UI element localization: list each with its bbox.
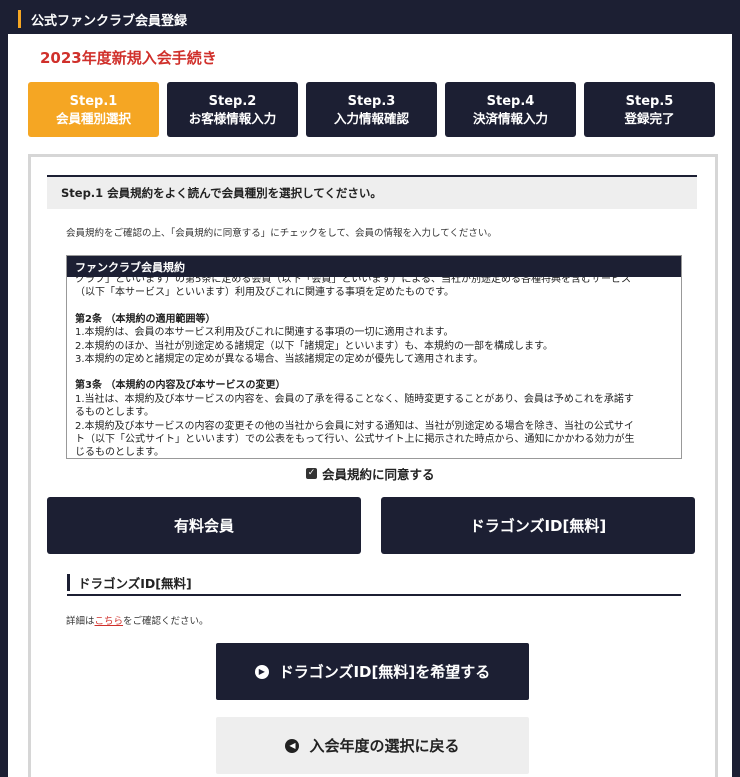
- free-id-button[interactable]: ドラゴンズID[無料]: [381, 497, 695, 554]
- detail-link[interactable]: こちら: [95, 616, 124, 627]
- terms-line: るものとします。: [75, 407, 154, 419]
- paid-member-button[interactable]: 有料会員: [47, 497, 361, 554]
- step-label: お客様情報入力: [188, 110, 277, 126]
- agree-label[interactable]: 会員規約に同意する: [322, 464, 435, 483]
- chevron-right-circle-icon: ▶: [254, 664, 269, 679]
- detail-suffix: をご確認ください。: [123, 616, 209, 627]
- request-free-id-button[interactable]: ▶ ドラゴンズID[無料]を希望する: [216, 643, 529, 700]
- detail-text: 詳細はこちらをご確認ください。: [66, 613, 209, 627]
- terms-box[interactable]: クラブ」といいます）の第5条に定める会員（以下「会員」といいます）による、当社が…: [66, 255, 682, 459]
- terms-article-title: 第2条 （本規約の適用範囲等）: [75, 313, 216, 325]
- step-label: 会員種別選択: [55, 110, 131, 126]
- request-free-id-label: ドラゴンズID[無料]を希望する: [278, 663, 491, 681]
- step-indicator: Step.1 会員種別選択 Step.2 お客様情報入力 Step.3 入力情報…: [28, 82, 716, 137]
- terms-line: （以下「本サービス」といいます）利用及びこれに関連する事項を定めたものです。: [75, 287, 454, 299]
- step-5: Step.5 登録完了: [584, 82, 715, 137]
- window-title: 公式ファンクラブ会員登録: [31, 13, 188, 29]
- terms-title: ファンクラブ会員規約: [75, 260, 185, 274]
- step-number: Step.4: [486, 93, 535, 109]
- registration-window: 公式ファンクラブ会員登録 2023年度新規入会手続き Step.1 会員種別選択…: [8, 4, 732, 777]
- step-number: Step.2: [208, 93, 257, 109]
- agree-checkbox-row[interactable]: ✓ 会員規約に同意する: [306, 463, 435, 483]
- terms-body[interactable]: クラブ」といいます）の第5条に定める会員（以下「会員」といいます）による、当社が…: [75, 273, 675, 459]
- terms-line: じるものとします。: [75, 447, 164, 459]
- chevron-left-circle-icon: ◀: [285, 738, 300, 753]
- section-heading-text: Step.1 会員規約をよく読んで会員種別を選択してください。: [61, 186, 382, 200]
- terms-line: 3.本規約の定めと諸規定の定めが異なる場合、当該諸規定の定めが優先して適用されま…: [75, 354, 484, 366]
- subsection-heading: ドラゴンズID[無料]: [67, 570, 681, 596]
- step-number: Step.1: [69, 93, 118, 109]
- step-number: Step.5: [625, 93, 674, 109]
- terms-gap: [75, 300, 675, 313]
- terms-title-bar: ファンクラブ会員規約: [67, 256, 681, 277]
- step-number: Step.3: [347, 93, 396, 109]
- terms-article-title: 第3条 （本規約の内容及び本サービスの変更）: [75, 380, 286, 392]
- terms-line: ト（以下「公式サイト」といいます）での公表をもって行い、公式サイト上に掲示された…: [75, 434, 635, 446]
- page-title: 2023年度新規入会手続き: [40, 49, 217, 67]
- intro-text: 会員規約をご確認の上、「会員規約に同意する」にチェックをして、会員の情報を入力し…: [66, 228, 497, 239]
- terms-line: 2.本規約のほか、当社が別途定める諸規定（以下「諸規定」といいます）も、本規約の…: [75, 340, 554, 352]
- back-button[interactable]: ◀ 入会年度の選択に戻る: [216, 717, 529, 774]
- back-label: 入会年度の選択に戻る: [309, 737, 460, 755]
- terms-line: 2.本規約及び本サービスの内容の変更その他の当社から会員に対する通知は、当社が別…: [75, 420, 634, 432]
- title-accent-bar: [18, 10, 21, 28]
- terms-line: 1.当社は、本規約及び本サービスの内容を、会員の了承を得ることなく、随時変更する…: [75, 393, 634, 405]
- step-label: 決済情報入力: [472, 110, 548, 126]
- step-2: Step.2 お客様情報入力: [167, 82, 298, 137]
- step-3: Step.3 入力情報確認: [306, 82, 437, 137]
- terms-gap: [75, 366, 675, 379]
- step-label: 入力情報確認: [333, 110, 409, 126]
- agree-checkbox[interactable]: ✓: [306, 467, 317, 479]
- step-label: 登録完了: [624, 110, 675, 126]
- membership-panel: Step.1 会員規約をよく読んで会員種別を選択してください。 会員規約をご確認…: [28, 154, 718, 777]
- detail-prefix: 詳細は: [66, 616, 95, 627]
- section-heading: Step.1 会員規約をよく読んで会員種別を選択してください。: [47, 175, 697, 209]
- subsection-heading-text: ドラゴンズID[無料]: [78, 575, 192, 591]
- step-4: Step.4 決済情報入力: [445, 82, 576, 137]
- terms-line: 1.本規約は、会員の本サービス利用及びこれに関連する事項の一切に適用されます。: [75, 327, 454, 339]
- step-1: Step.1 会員種別選択: [28, 82, 159, 137]
- subsection-accent-bar: [67, 573, 70, 591]
- title-bar: 公式ファンクラブ会員登録: [8, 4, 732, 34]
